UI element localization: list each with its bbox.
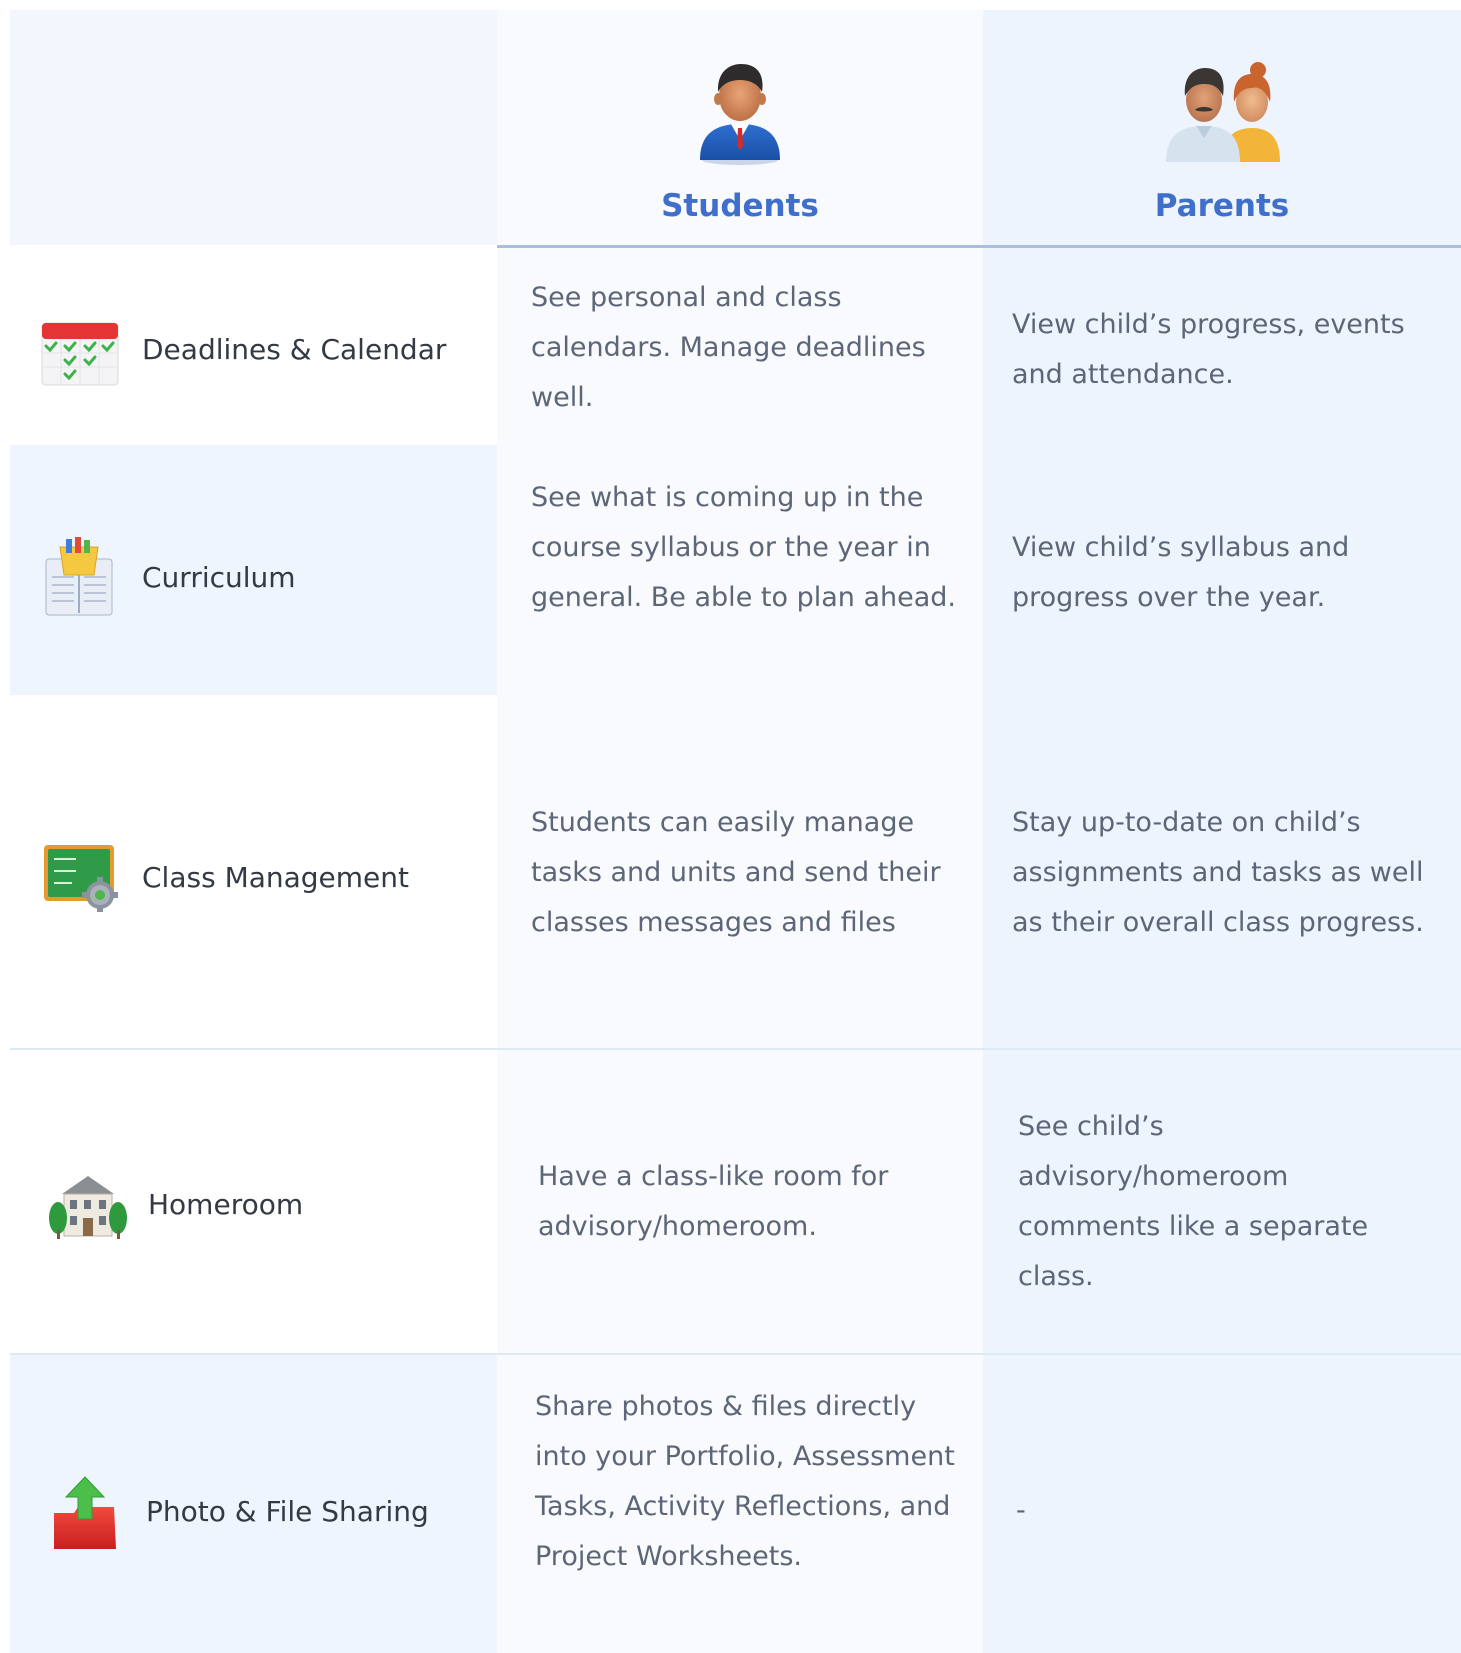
feature-label-homeroom: Homeroom (148, 1188, 304, 1221)
parents-header: Parents (983, 10, 1461, 245)
student-icon (695, 56, 785, 171)
header-empty-cell (10, 10, 497, 245)
upload-icon (52, 1475, 118, 1556)
feature-label-curriculum: Curriculum (142, 561, 296, 594)
feature-label-photo-file-sharing: Photo & File Sharing (146, 1495, 429, 1528)
class-management-icon (42, 843, 120, 918)
students-desc-curriculum: See what is coming up in the course syll… (531, 482, 956, 613)
calendar-icon (40, 317, 120, 392)
students-header: Students (497, 10, 983, 245)
header-divider (497, 245, 1461, 248)
students-title: Students (661, 188, 819, 224)
curriculum-icon (42, 537, 116, 622)
students-desc-homeroom: Have a class-like room for advisory/home… (538, 1161, 889, 1242)
feature-label-deadlines-calendar: Deadlines & Calendar (142, 333, 447, 366)
students-desc-photo-sharing: Share photos & files directly into your … (535, 1391, 955, 1572)
students-desc-deadlines: See personal and class calendars. Manage… (531, 282, 926, 413)
parents-title: Parents (1154, 188, 1290, 224)
row-separator (10, 1353, 1461, 1355)
parents-desc-deadlines: View child’s progress, events and attend… (1012, 309, 1405, 390)
students-desc-class-management: Students can easily manage tasks and uni… (531, 807, 941, 938)
parents-desc-homeroom: See child’s advisory/homeroom comments l… (1018, 1111, 1369, 1292)
feature-label-class-management: Class Management (142, 861, 410, 894)
homeroom-icon (48, 1172, 128, 1245)
row-separator (10, 1048, 1461, 1050)
parents-icon (1162, 56, 1282, 171)
parents-desc-photo-sharing: - (1016, 1495, 1026, 1526)
parents-desc-class-management: Stay up-to-date on child’s assignments a… (1012, 807, 1424, 938)
parents-desc-curriculum: View child’s syllabus and progress over … (1012, 532, 1350, 613)
